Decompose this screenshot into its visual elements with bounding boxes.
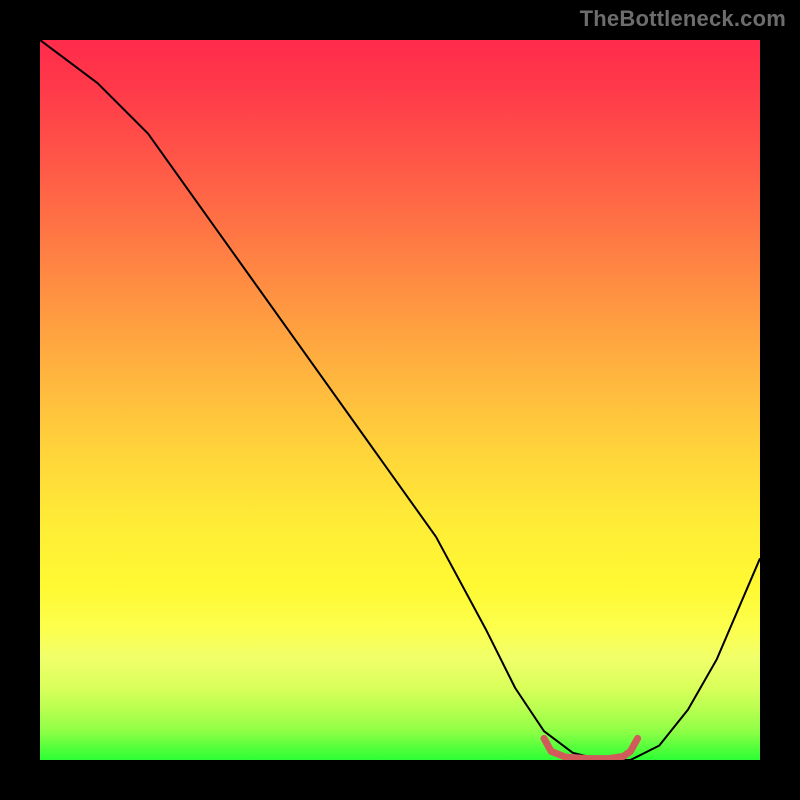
chart-svg [40, 40, 760, 760]
watermark-text: TheBottleneck.com [580, 6, 786, 32]
bottleneck-curve [40, 40, 760, 760]
chart-plot-area [40, 40, 760, 760]
chart-frame: TheBottleneck.com [0, 0, 800, 800]
